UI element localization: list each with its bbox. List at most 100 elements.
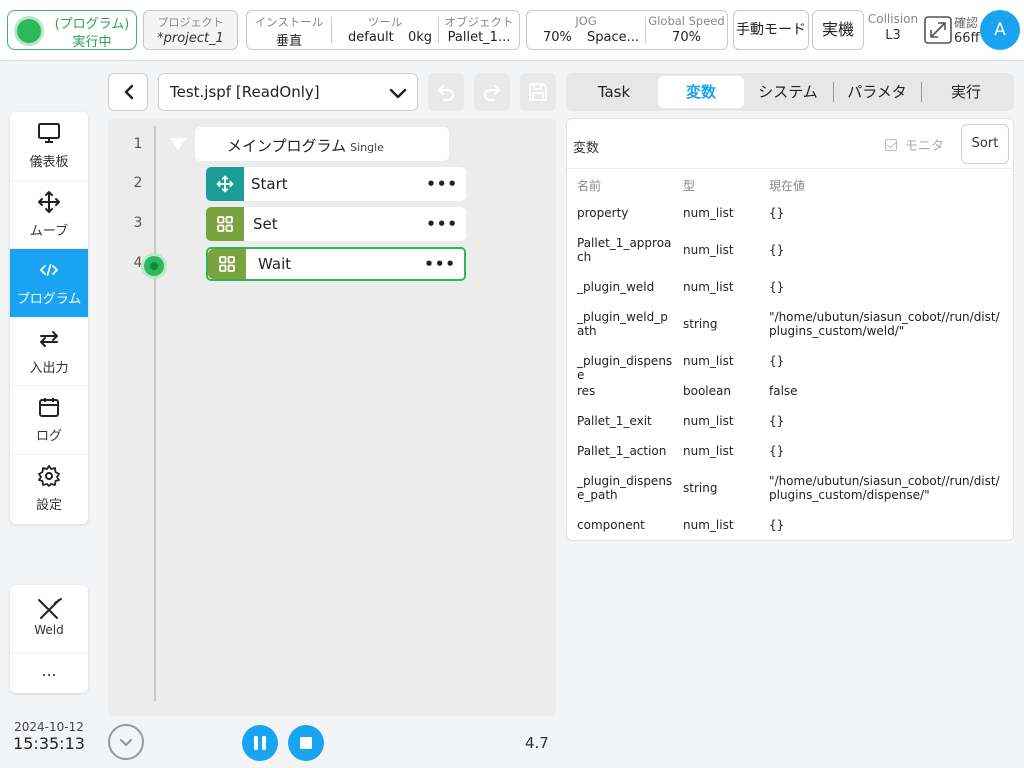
object-cell[interactable]: オブジェクト Pallet_1... bbox=[439, 11, 519, 49]
run-status-indicator[interactable]: (プログラム) 実行中 bbox=[7, 10, 137, 50]
back-button[interactable] bbox=[108, 73, 148, 111]
node-label: Wait bbox=[258, 255, 292, 273]
sidebar-item-label: 儀表板 bbox=[29, 155, 69, 170]
tool-cell[interactable]: ツール default 0kg bbox=[332, 11, 438, 49]
undo-icon bbox=[437, 84, 455, 102]
program-tree: 1 2 3 4 メインプログラム Single Start ••• Set ••• bbox=[108, 118, 556, 716]
status-line1: (プログラム) bbox=[54, 17, 130, 32]
real-robot-button[interactable]: 実機 bbox=[812, 10, 864, 50]
sidebar-item-weld[interactable]: Weld bbox=[10, 585, 88, 653]
sidebar-item-io[interactable]: 入出力 bbox=[10, 318, 88, 387]
install-label: インストール bbox=[254, 15, 324, 29]
node-label: Start bbox=[251, 175, 288, 193]
program-node-set[interactable]: Set ••• bbox=[206, 207, 466, 241]
running-status-dot bbox=[17, 19, 41, 43]
project-selector[interactable]: プロジェクト *project_1 bbox=[143, 10, 238, 50]
redo-button[interactable] bbox=[474, 73, 510, 111]
sidebar-item-label: 設定 bbox=[35, 497, 62, 513]
sidebar-item-log[interactable]: ログ bbox=[10, 386, 88, 455]
plugin-sidebar: Weld ... bbox=[10, 585, 88, 693]
node-icon-box bbox=[208, 249, 246, 279]
undo-button[interactable] bbox=[428, 73, 464, 111]
node-menu-button[interactable]: ••• bbox=[426, 215, 458, 233]
grid-icon bbox=[219, 256, 235, 272]
node-menu-button[interactable]: ••• bbox=[426, 175, 458, 193]
save-button[interactable] bbox=[520, 73, 556, 111]
column-header-type: 型 bbox=[683, 179, 696, 193]
jog-space: Space... bbox=[586, 30, 639, 45]
project-label: プロジェクト bbox=[157, 16, 224, 29]
sort-button[interactable]: Sort bbox=[961, 124, 1009, 164]
sidebar-item-move[interactable]: ムーブ bbox=[10, 181, 88, 250]
global-speed-label: Global Speed bbox=[648, 14, 725, 28]
io-icon bbox=[40, 330, 58, 347]
node-menu-button[interactable]: ••• bbox=[424, 255, 456, 273]
user-avatar[interactable]: A bbox=[980, 10, 1020, 50]
tab-task[interactable]: Task bbox=[570, 76, 658, 108]
stop-button[interactable] bbox=[288, 725, 324, 761]
line-number: 2 bbox=[133, 175, 143, 191]
jog-label: JOG bbox=[575, 14, 597, 28]
top-bar: (プログラム) 実行中 プロジェクト *project_1 インストール 垂直 … bbox=[0, 0, 1024, 61]
tab-run[interactable]: 実行 bbox=[922, 76, 1010, 108]
sidebar-item-label: 入出力 bbox=[29, 360, 69, 376]
monitor-checkbox[interactable]: モニタ bbox=[885, 135, 944, 154]
current-time: 15:35:13 bbox=[13, 734, 85, 753]
sidebar-item-settings[interactable]: 設定 bbox=[10, 455, 88, 524]
confirm-label: 確認 bbox=[954, 16, 979, 30]
install-cell[interactable]: インストール 垂直 bbox=[247, 11, 331, 49]
program-node-wait[interactable]: Wait ••• bbox=[206, 247, 466, 281]
tree-guide-line bbox=[154, 126, 156, 701]
collision-level[interactable]: Collision L3 bbox=[866, 12, 920, 43]
gear-icon bbox=[38, 465, 60, 487]
right-tabs: Task 変数 システム パラメタ 実行 bbox=[566, 73, 1014, 111]
node-icon-box bbox=[206, 167, 244, 201]
chevron-left-icon bbox=[124, 84, 134, 100]
expand-icon[interactable] bbox=[924, 16, 952, 44]
global-speed-value: 70% bbox=[672, 30, 701, 45]
file-selector[interactable]: Test.jspf [ReadOnly] bbox=[158, 73, 418, 111]
checkbox-icon bbox=[885, 139, 897, 151]
current-date: 2024-10-12 bbox=[14, 720, 84, 734]
file-name: Test.jspf [ReadOnly] bbox=[170, 83, 320, 101]
manual-mode-button[interactable]: 手動モード bbox=[733, 10, 809, 50]
object-label: オブジェクト bbox=[444, 15, 514, 29]
main-program-node[interactable]: メインプログラム Single bbox=[195, 127, 449, 161]
grid-icon bbox=[217, 216, 233, 232]
monitor-icon bbox=[38, 123, 60, 143]
program-node-start[interactable]: Start ••• bbox=[206, 167, 466, 201]
scroll-down-button[interactable] bbox=[108, 724, 144, 760]
stop-icon bbox=[300, 737, 312, 749]
execution-cursor bbox=[144, 256, 164, 276]
calendar-icon bbox=[39, 398, 59, 418]
pause-button[interactable] bbox=[242, 725, 278, 761]
move-icon bbox=[216, 175, 234, 193]
global-speed-cell[interactable]: Global Speed 70% bbox=[646, 11, 727, 49]
jog-cell[interactable]: JOG 70% Space... bbox=[527, 11, 645, 49]
code-icon bbox=[39, 264, 59, 277]
sidebar-item-label: ログ bbox=[35, 429, 62, 445]
tab-variables[interactable]: 変数 bbox=[658, 76, 744, 108]
sidebar-item-program[interactable]: プログラム bbox=[10, 249, 88, 318]
sidebar-item-dashboard[interactable]: 儀表板 bbox=[10, 112, 88, 181]
line-number: 3 bbox=[133, 215, 143, 231]
column-header-name: 名前 bbox=[577, 179, 602, 193]
chevron-down-icon bbox=[389, 88, 407, 99]
move-icon bbox=[38, 190, 60, 213]
object-value: Pallet_1... bbox=[447, 30, 511, 45]
divider bbox=[567, 168, 1013, 169]
sidebar: 儀表板 ムーブ プログラム 入出力 ログ 設定 bbox=[10, 112, 88, 524]
jog-speed-group: JOG 70% Space... Global Speed 70% bbox=[526, 10, 728, 50]
save-icon bbox=[529, 83, 547, 101]
collapse-triangle-icon[interactable] bbox=[170, 138, 186, 150]
more-button[interactable]: ... bbox=[10, 653, 88, 693]
redo-icon bbox=[483, 84, 501, 102]
sidebar-item-label: Weld bbox=[34, 623, 64, 637]
tab-parameters[interactable]: パラメタ bbox=[834, 76, 920, 108]
tool-weight: 0kg bbox=[407, 30, 432, 45]
confirm-status[interactable]: 確認 66ff bbox=[954, 14, 980, 46]
chevron-down-icon bbox=[119, 738, 133, 747]
tab-system[interactable]: システム bbox=[744, 76, 832, 108]
collision-value: L3 bbox=[885, 28, 901, 43]
variables-title: 変数 bbox=[573, 141, 600, 156]
